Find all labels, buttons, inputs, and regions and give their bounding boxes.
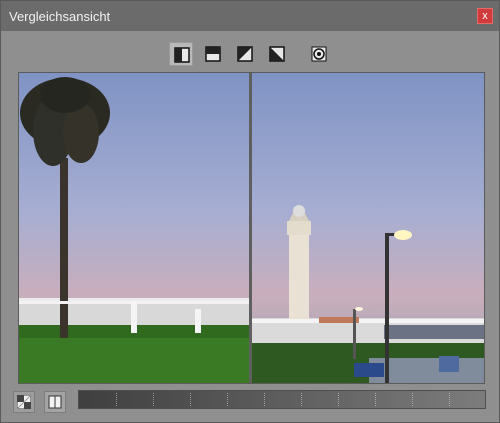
layout-toggle-button[interactable] <box>44 391 66 413</box>
panel-icon <box>48 395 62 409</box>
close-button[interactable]: x <box>477 8 493 24</box>
checker-toggle-button[interactable] <box>13 391 35 413</box>
slider-tick <box>301 393 302 406</box>
checkerboard-icon <box>17 395 31 409</box>
slider-tick <box>449 393 450 406</box>
split-vertical-button[interactable] <box>169 42 193 66</box>
slider-tick <box>153 393 154 406</box>
split-diagonal-right-button[interactable] <box>265 42 289 66</box>
slider-tick <box>190 393 191 406</box>
sync-view-icon <box>311 46 327 62</box>
split-diagonal-left-icon <box>237 46 253 62</box>
blend-slider[interactable] <box>78 390 486 409</box>
slider-tick <box>375 393 376 406</box>
right-image <box>252 73 484 383</box>
window-title: Vergleichsansicht <box>9 9 111 24</box>
split-divider[interactable] <box>249 73 252 383</box>
sync-view-button[interactable] <box>307 42 331 66</box>
slider-tick <box>227 393 228 406</box>
title-bar[interactable]: Vergleichsansicht x <box>1 1 499 31</box>
slider-tick <box>264 393 265 406</box>
comparison-window: Vergleichsansicht x <box>0 0 500 423</box>
slider-tick <box>116 393 117 406</box>
close-icon: x <box>482 10 488 22</box>
split-diagonal-right-icon <box>269 46 285 62</box>
slider-tick <box>338 393 339 406</box>
split-horizontal-icon <box>205 46 221 62</box>
split-horizontal-button[interactable] <box>201 42 225 66</box>
split-diagonal-left-button[interactable] <box>233 42 257 66</box>
comparison-viewer[interactable] <box>18 72 485 384</box>
slider-tick <box>412 393 413 406</box>
left-image <box>19 73 251 383</box>
split-vertical-icon <box>174 47 190 63</box>
